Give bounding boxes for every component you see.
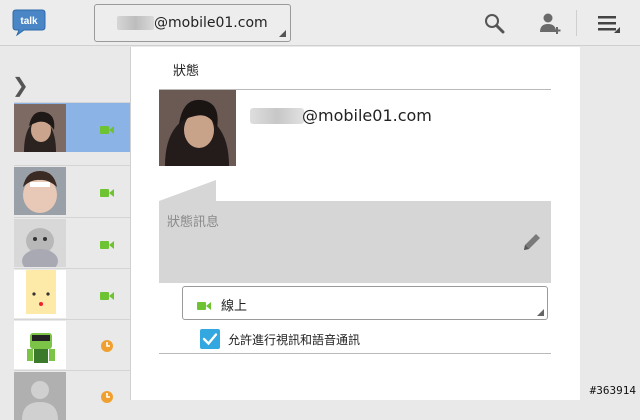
video-status-icon — [197, 297, 211, 309]
watermark: #363914 — [590, 384, 636, 397]
contact-item[interactable] — [14, 165, 130, 215]
contact-item[interactable] — [14, 217, 130, 267]
section-title: 狀態 — [173, 60, 199, 79]
dropdown-corner-icon — [279, 30, 286, 37]
talk-logo-icon[interactable]: talk — [12, 8, 46, 36]
email-name-redacted — [250, 108, 304, 124]
account-email: @mobile01.com — [154, 15, 268, 31]
video-status-icon — [100, 287, 114, 299]
avatar — [14, 372, 66, 420]
divider — [159, 353, 551, 354]
action-bar-divider — [576, 10, 577, 36]
contact-item[interactable] — [14, 268, 130, 318]
contact-item[interactable] — [14, 319, 130, 369]
profile-photo[interactable] — [159, 90, 236, 166]
presence-dropdown[interactable]: 線上 — [182, 286, 548, 320]
status-message-field[interactable]: 狀態訊息 — [159, 201, 551, 283]
menu-icon[interactable] — [593, 8, 623, 38]
video-status-icon — [100, 236, 114, 248]
video-status-icon — [100, 184, 114, 196]
contact-list: ❯ — [0, 47, 130, 400]
video-status-icon — [100, 121, 114, 133]
allow-calls-label: 允許進行視訊和語音通訊 — [228, 331, 360, 348]
away-status-icon — [100, 389, 114, 401]
account-email-display: @mobile01.com — [302, 106, 432, 125]
avatar — [14, 167, 66, 215]
away-status-icon — [100, 338, 114, 350]
status-bubble-tail — [159, 180, 216, 201]
action-bar: talk @mobile01.com — [0, 0, 640, 46]
contact-item[interactable] — [14, 370, 130, 420]
dropdown-corner-icon — [537, 309, 544, 316]
presence-label: 線上 — [221, 295, 247, 314]
svg-text:talk: talk — [20, 16, 38, 27]
avatar — [14, 219, 66, 267]
avatar — [14, 321, 66, 369]
status-message-placeholder: 狀態訊息 — [167, 211, 219, 230]
allow-calls-checkbox[interactable] — [200, 329, 220, 349]
expand-chevron-icon[interactable]: ❯ — [12, 73, 29, 97]
avatar — [14, 270, 66, 318]
avatar — [14, 104, 66, 152]
contact-item[interactable] — [14, 102, 130, 152]
add-contact-icon[interactable] — [535, 8, 565, 38]
status-panel: 狀態 @mobile01.com 狀態訊息 線上 允許進行視訊和語音通訊 — [130, 47, 580, 400]
search-icon[interactable] — [479, 8, 509, 38]
pencil-icon[interactable] — [521, 231, 543, 253]
account-selector[interactable]: @mobile01.com — [94, 4, 291, 42]
account-name-redacted — [117, 16, 154, 30]
